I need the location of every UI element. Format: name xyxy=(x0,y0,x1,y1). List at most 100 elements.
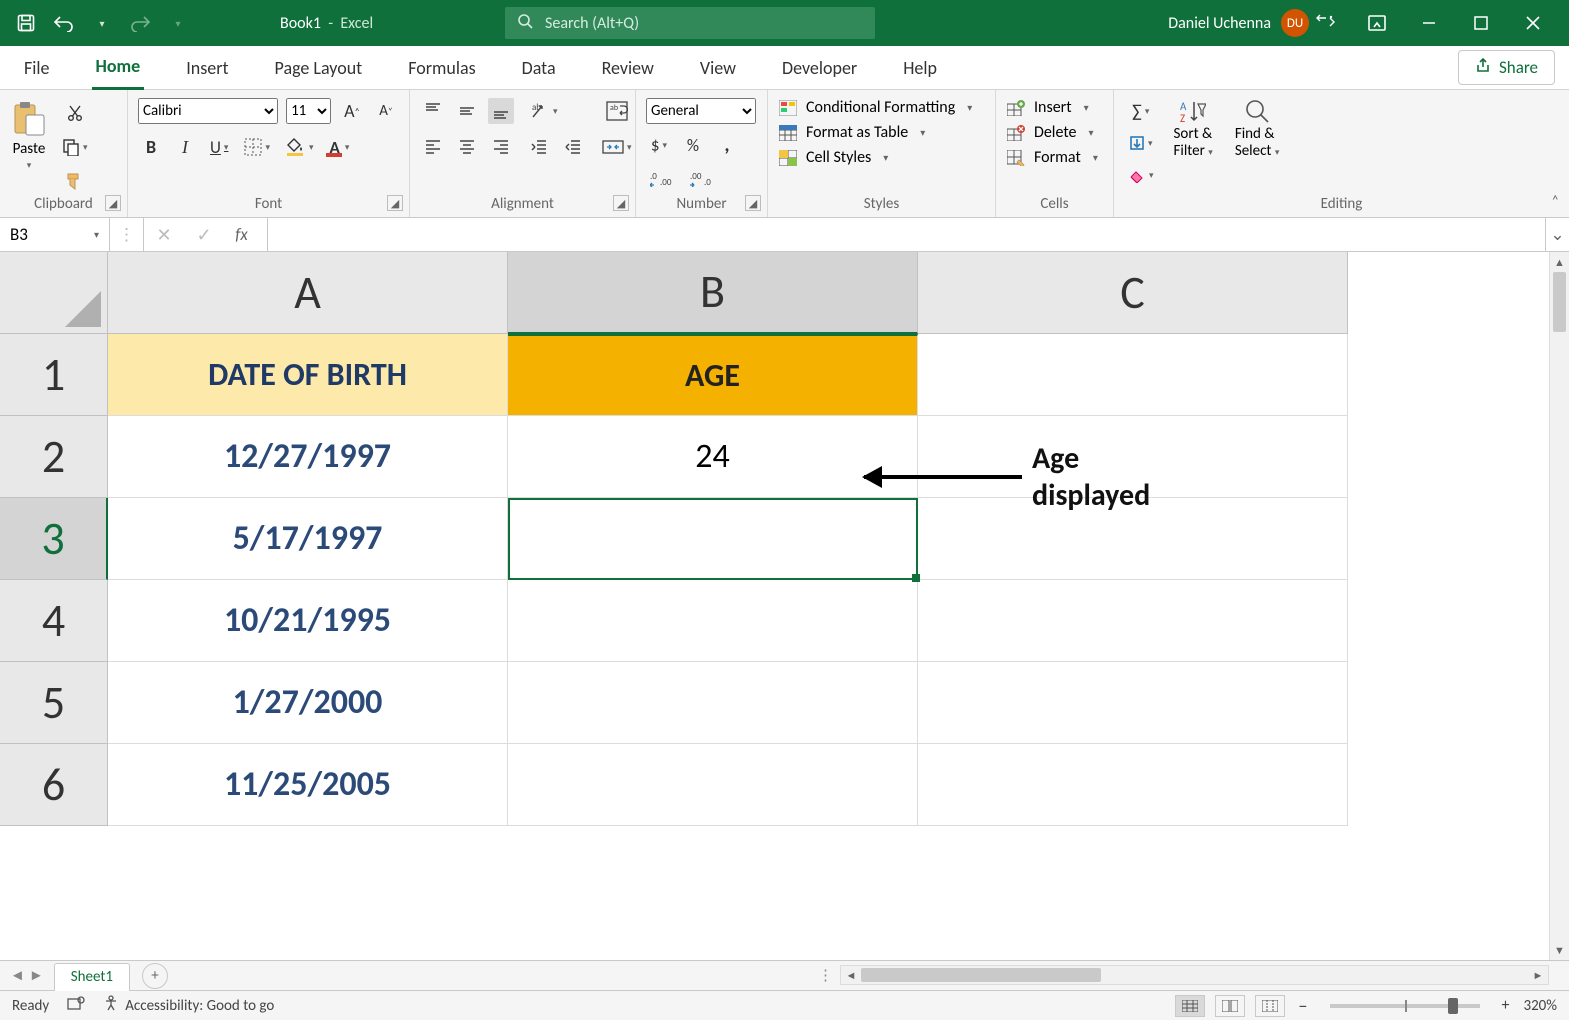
vscroll-thumb[interactable] xyxy=(1553,272,1566,332)
tab-formulas[interactable]: Formulas xyxy=(404,47,479,89)
cell-styles-button[interactable]: Cell Styles▾ xyxy=(778,148,985,167)
cut-icon[interactable] xyxy=(58,100,92,126)
minimize-icon[interactable] xyxy=(1409,9,1449,37)
col-head-b[interactable]: B xyxy=(508,252,918,334)
col-head-a[interactable]: A xyxy=(108,252,508,334)
decrease-decimal-icon[interactable]: .00.0 xyxy=(686,166,718,192)
close-icon[interactable] xyxy=(1513,9,1553,37)
format-painter-icon[interactable] xyxy=(58,168,92,194)
font-size-select[interactable]: 11 xyxy=(286,98,331,124)
increase-decimal-icon[interactable]: .0.00 xyxy=(646,166,678,192)
increase-font-icon[interactable]: A˄ xyxy=(339,98,365,124)
font-name-select[interactable]: Calibri xyxy=(138,98,278,124)
fill-icon[interactable]: ▾ xyxy=(1124,130,1158,156)
decrease-font-icon[interactable]: A˅ xyxy=(373,98,399,124)
cell-a6[interactable]: 11/25/2005 xyxy=(108,744,508,826)
row-head-2[interactable]: 2 xyxy=(0,416,108,498)
sort-filter-button[interactable]: AZ Sort &Filter ▾ xyxy=(1168,98,1219,161)
copy-icon[interactable]: ▾ xyxy=(58,134,92,160)
align-left-icon[interactable] xyxy=(420,134,446,160)
redo-icon[interactable] xyxy=(128,11,152,35)
number-dialog-launcher-icon[interactable]: ◢ xyxy=(745,195,761,211)
conditional-formatting-button[interactable]: Conditional Formatting▾ xyxy=(778,98,985,117)
cell-c1[interactable] xyxy=(918,334,1348,416)
row-head-5[interactable]: 5 xyxy=(0,662,108,744)
bold-button[interactable]: B xyxy=(138,134,164,160)
name-box[interactable]: ▾ xyxy=(0,218,110,252)
tab-developer[interactable]: Developer xyxy=(778,47,861,89)
wrap-text-icon[interactable]: ab xyxy=(598,98,636,124)
cell-a1[interactable]: DATE OF BIRTH xyxy=(108,334,508,416)
font-color-icon[interactable]: A▾ xyxy=(326,134,354,160)
increase-indent-icon[interactable] xyxy=(560,134,586,160)
name-box-dropdown-icon[interactable]: ▾ xyxy=(94,228,99,241)
page-layout-view-icon[interactable] xyxy=(1215,995,1245,1017)
hscroll-track[interactable] xyxy=(861,966,1528,984)
cell-b5[interactable] xyxy=(508,662,918,744)
tab-page-layout[interactable]: Page Layout xyxy=(271,47,367,89)
tab-insert[interactable]: Insert xyxy=(182,47,232,89)
zoom-out-icon[interactable]: − xyxy=(1295,995,1312,1017)
align-middle-icon[interactable] xyxy=(454,98,480,124)
sheet-bar-grip-icon[interactable]: ⋮ xyxy=(818,966,833,985)
accessibility-button[interactable]: Accessibility: Good to go xyxy=(103,995,274,1016)
row-head-3[interactable]: 3 xyxy=(0,498,108,580)
tab-home[interactable]: Home xyxy=(92,45,145,90)
zoom-knob[interactable] xyxy=(1448,998,1458,1014)
cell-b1[interactable]: AGE xyxy=(508,334,918,416)
scroll-up-icon[interactable]: ▲ xyxy=(1550,252,1569,272)
cell-b4[interactable] xyxy=(508,580,918,662)
enter-formula-icon[interactable]: ✓ xyxy=(184,224,224,246)
maximize-icon[interactable] xyxy=(1461,9,1501,37)
sheet-tab[interactable]: Sheet1 xyxy=(54,963,130,991)
cancel-formula-icon[interactable]: ✕ xyxy=(144,224,184,246)
user-area[interactable]: Daniel Uchenna DU xyxy=(1168,9,1309,37)
align-bottom-icon[interactable] xyxy=(488,98,514,124)
coming-soon-icon[interactable] xyxy=(1305,9,1345,37)
zoom-level[interactable]: 320% xyxy=(1523,997,1557,1015)
next-sheet-icon[interactable]: ► xyxy=(29,967,44,985)
ribbon-mode-icon[interactable] xyxy=(1357,9,1397,37)
format-cells-button[interactable]: Format▾ xyxy=(1006,148,1103,167)
paste-dropdown-icon[interactable]: ▾ xyxy=(27,160,32,171)
tab-file[interactable]: File xyxy=(20,47,54,89)
new-sheet-icon[interactable]: + xyxy=(142,963,168,989)
number-format-select[interactable]: General xyxy=(646,98,756,124)
merge-center-icon[interactable]: ▾ xyxy=(598,134,636,160)
select-all-corner[interactable] xyxy=(0,252,108,334)
row-head-6[interactable]: 6 xyxy=(0,744,108,826)
prev-sheet-icon[interactable]: ◄ xyxy=(10,967,25,985)
scroll-left-icon[interactable]: ◄ xyxy=(841,969,861,982)
format-as-table-button[interactable]: Format as Table▾ xyxy=(778,123,985,142)
cell-a5[interactable]: 1/27/2000 xyxy=(108,662,508,744)
search-input[interactable] xyxy=(545,14,863,33)
font-dialog-launcher-icon[interactable]: ◢ xyxy=(387,195,403,211)
decrease-indent-icon[interactable] xyxy=(526,134,552,160)
align-top-icon[interactable] xyxy=(420,98,446,124)
orientation-icon[interactable]: ab▾ xyxy=(526,98,562,124)
search-box[interactable] xyxy=(505,7,875,39)
align-center-icon[interactable] xyxy=(454,134,480,160)
redo-dropdown-icon[interactable]: ▾ xyxy=(166,11,190,35)
tab-review[interactable]: Review xyxy=(598,47,658,89)
cell-c4[interactable] xyxy=(918,580,1348,662)
insert-cells-button[interactable]: Insert▾ xyxy=(1006,98,1103,117)
cell-a4[interactable]: 10/21/1995 xyxy=(108,580,508,662)
scroll-down-icon[interactable]: ▼ xyxy=(1550,940,1569,960)
cell-c5[interactable] xyxy=(918,662,1348,744)
paste-icon[interactable] xyxy=(10,100,48,138)
percent-format-icon[interactable]: % xyxy=(680,132,706,158)
tab-view[interactable]: View xyxy=(696,47,740,89)
vertical-scrollbar[interactable]: ▲ ▼ xyxy=(1549,252,1569,960)
alignment-dialog-launcher-icon[interactable]: ◢ xyxy=(613,195,629,211)
scroll-right-icon[interactable]: ► xyxy=(1528,969,1548,982)
page-break-view-icon[interactable] xyxy=(1255,995,1285,1017)
comma-format-icon[interactable]: , xyxy=(714,132,740,158)
accounting-format-icon[interactable]: $▾ xyxy=(646,132,672,158)
formula-input[interactable] xyxy=(268,224,1545,245)
autosum-icon[interactable]: ∑▾ xyxy=(1124,98,1158,124)
clear-icon[interactable]: ▾ xyxy=(1124,162,1158,188)
fill-color-icon[interactable]: ▾ xyxy=(282,134,318,160)
name-box-input[interactable] xyxy=(10,224,80,245)
share-button[interactable]: Share xyxy=(1458,50,1555,85)
